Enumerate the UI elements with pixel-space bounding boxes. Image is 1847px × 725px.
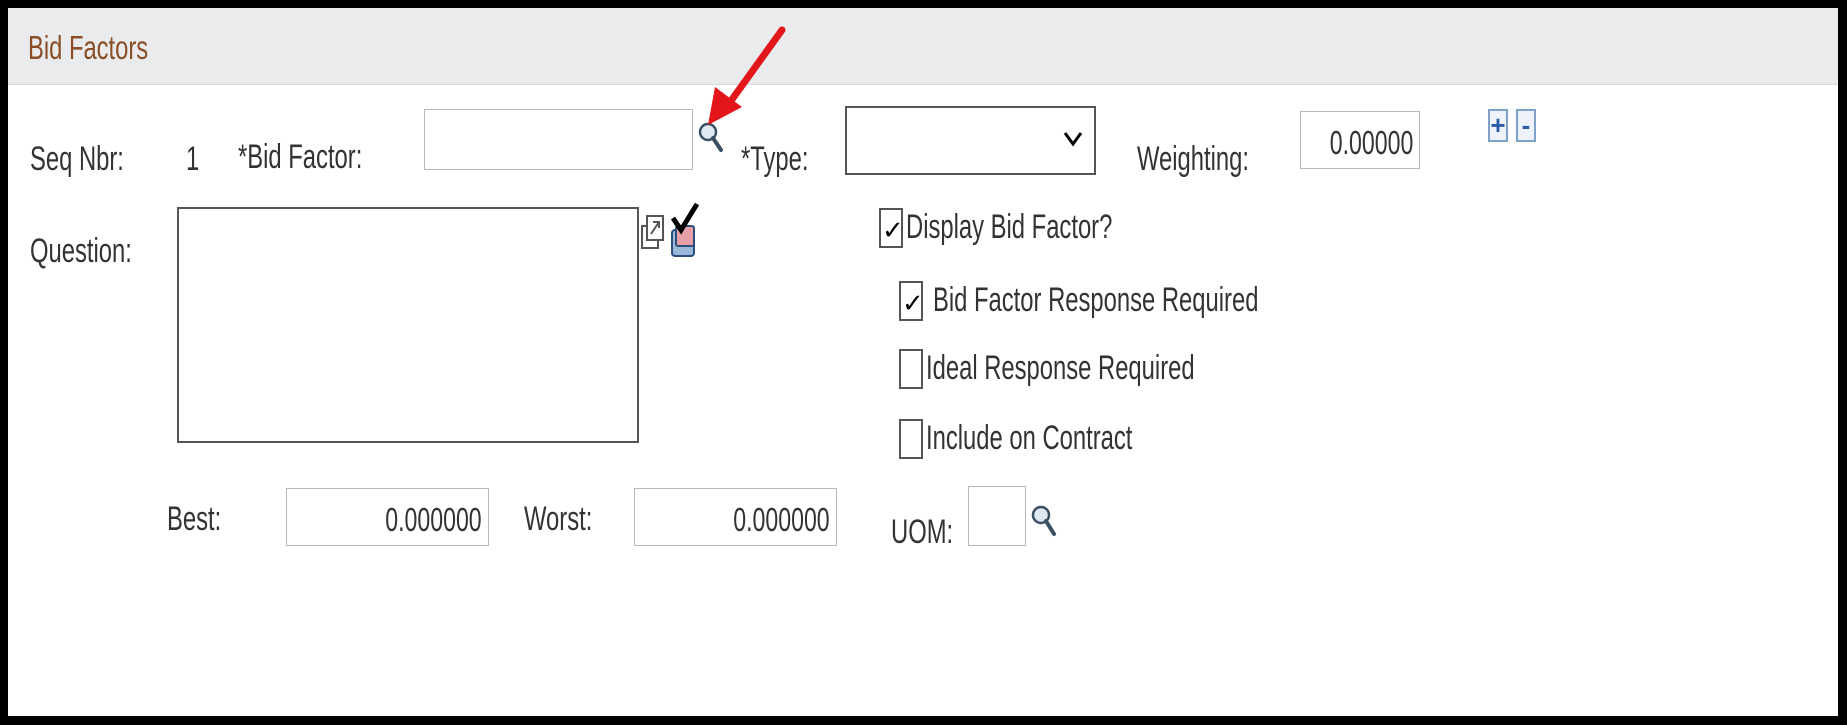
ideal-response-required-checkbox[interactable] [899, 349, 923, 389]
type-label: *Type: [741, 140, 809, 178]
section-title: Bid Factors [28, 29, 149, 66]
annotation-arrow-icon [700, 25, 800, 135]
weighting-label: Weighting: [1137, 140, 1250, 178]
add-row-button[interactable]: + [1488, 109, 1508, 142]
spell-check-icon[interactable] [667, 202, 703, 265]
chevron-down-icon[interactable] [1062, 128, 1084, 153]
include-on-contract-label: Include on Contract [926, 419, 1133, 457]
worst-value: 0.000000 [733, 501, 830, 538]
worst-label: Worst: [524, 500, 593, 538]
worst-input[interactable]: 0.000000 [634, 488, 837, 546]
display-bid-factor-checkbox[interactable]: ✓ [879, 208, 904, 248]
search-icon[interactable] [1030, 502, 1058, 547]
include-on-contract-checkbox[interactable] [899, 419, 923, 459]
seq-nbr-label: Seq Nbr: [30, 140, 124, 178]
bid-factor-response-required-checkbox[interactable]: ✓ [899, 281, 924, 321]
checkmark-icon: ✓ [882, 216, 904, 246]
weighting-input[interactable]: 0.00000 [1300, 111, 1420, 169]
remove-row-button[interactable]: - [1516, 109, 1536, 142]
ideal-response-required-label: Ideal Response Required [926, 349, 1195, 387]
bid-factor-label: *Bid Factor: [238, 138, 363, 176]
question-label: Question: [30, 232, 132, 270]
checkmark-icon: ✓ [902, 289, 924, 319]
weighting-value: 0.00000 [1329, 124, 1413, 161]
best-value: 0.000000 [385, 501, 482, 538]
bid-factor-response-required-label: Bid Factor Response Required [933, 281, 1259, 319]
type-select[interactable] [845, 106, 1096, 175]
uom-input[interactable] [968, 486, 1026, 546]
section-header: Bid Factors [8, 8, 1838, 85]
seq-nbr-value: 1 [186, 140, 200, 178]
bid-factor-input[interactable] [424, 109, 693, 170]
uom-label: UOM: [891, 513, 954, 551]
best-label: Best: [167, 500, 222, 538]
question-textarea[interactable] [177, 207, 639, 443]
best-input[interactable]: 0.000000 [286, 488, 489, 546]
expand-icon[interactable] [640, 212, 666, 257]
display-bid-factor-label: Display Bid Factor? [906, 208, 1113, 246]
